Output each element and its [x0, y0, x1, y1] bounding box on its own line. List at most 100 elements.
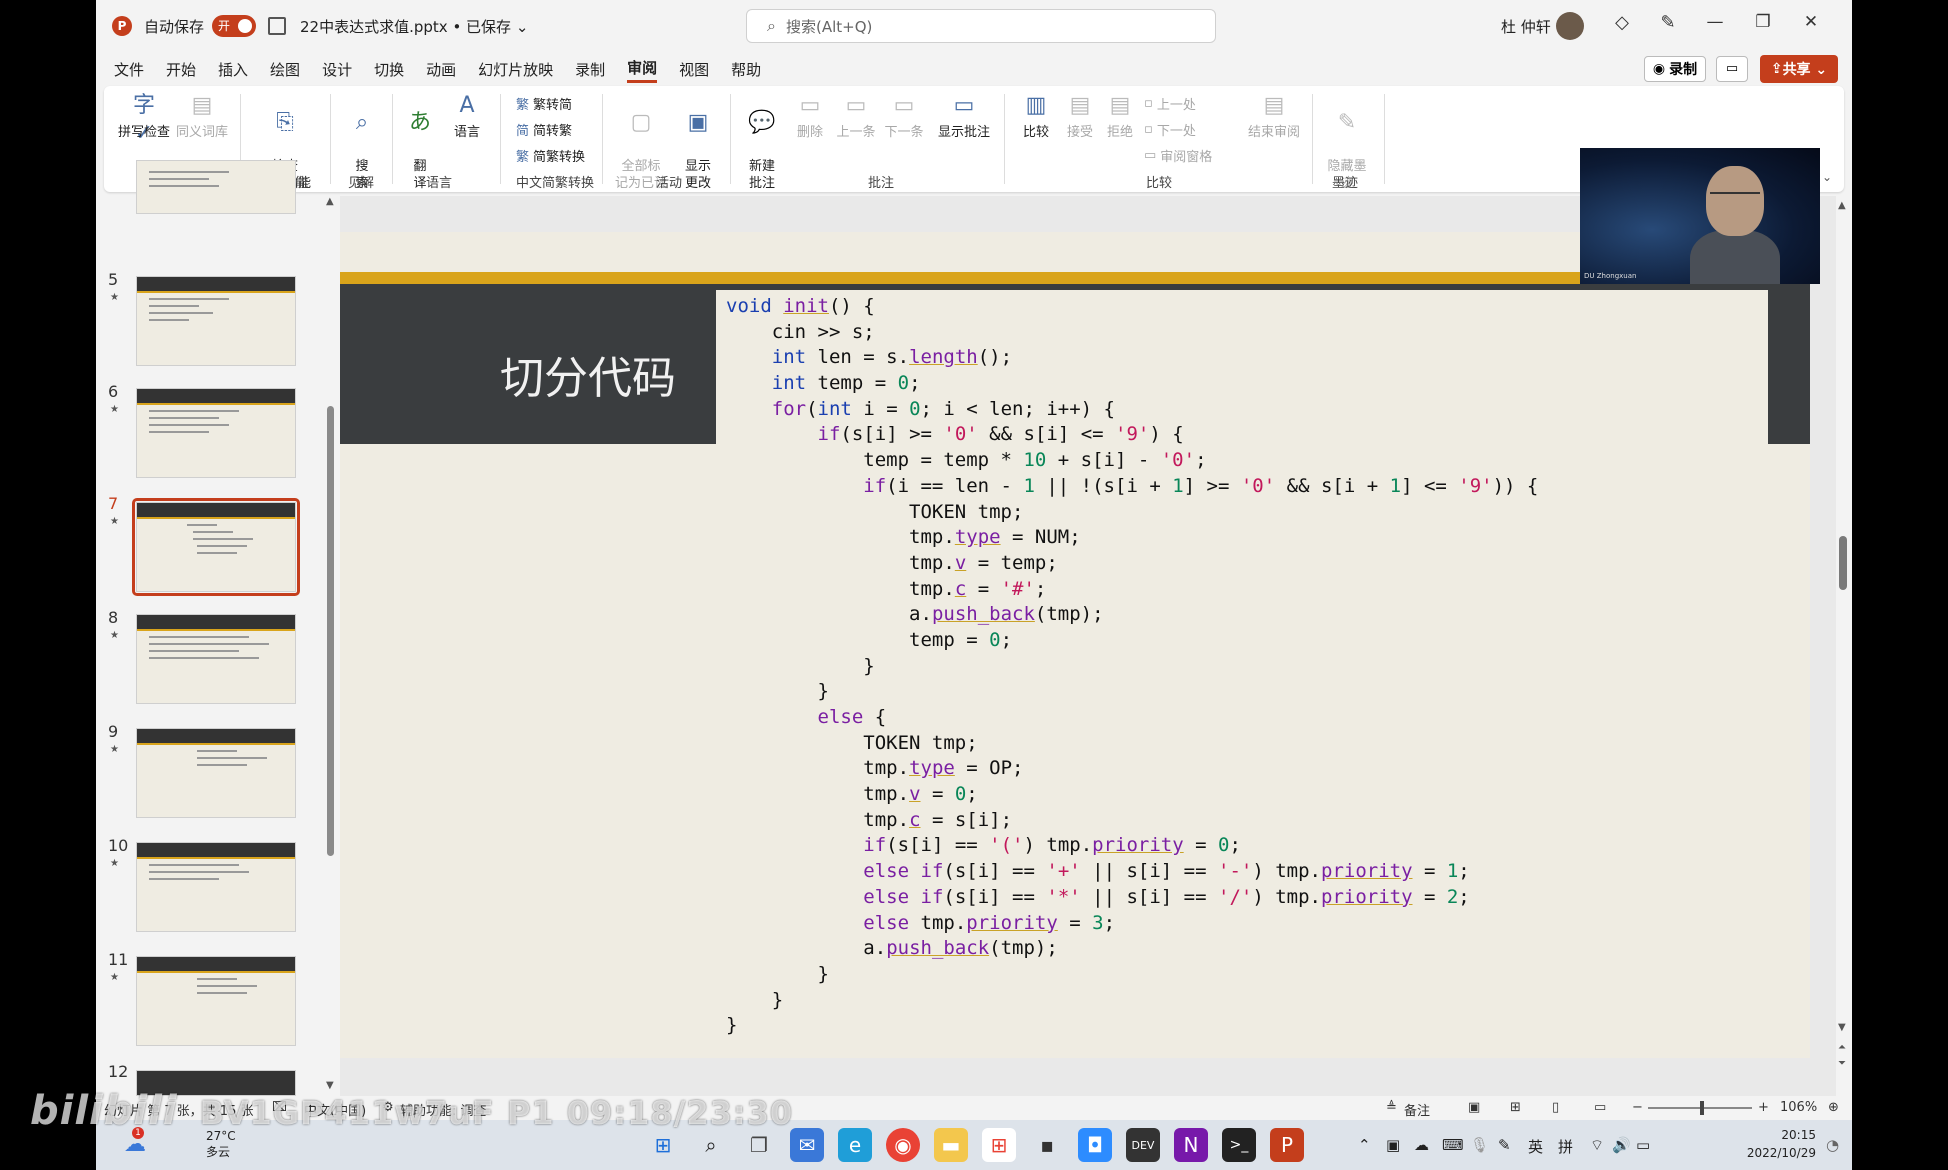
onedrive-icon[interactable]: ☁ — [1414, 1136, 1429, 1154]
previous-comment-button[interactable]: ▭ 上一条 — [836, 92, 876, 141]
simp-to-trad-button[interactable]: 简简转繁 — [516, 120, 572, 139]
slideshow-icon[interactable]: ▭ — [1594, 1100, 1606, 1115]
slide-sorter-icon[interactable]: ⊞ — [1510, 1100, 1521, 1115]
next-change-button[interactable]: ▫ 下一处 — [1144, 120, 1196, 139]
accept-button[interactable]: ▤ 接受 — [1062, 92, 1098, 141]
slide-scrollbar[interactable]: ▲ ▼ ⏶ ⏷ — [1836, 196, 1850, 1096]
zoom-app-icon[interactable]: ◘ — [1078, 1128, 1112, 1162]
devcpp-icon[interactable]: DEV — [1126, 1128, 1160, 1162]
next-comment-button[interactable]: ▭ 下一条 — [884, 92, 924, 141]
reject-button[interactable]: ▤ 拒绝 — [1102, 92, 1138, 141]
pen-tray-icon[interactable]: ✎ — [1498, 1136, 1511, 1154]
slide-thumbnail[interactable] — [136, 388, 296, 478]
pen-icon[interactable]: ✎ — [1654, 12, 1682, 33]
scroll-down-icon[interactable]: ▼ — [1838, 1022, 1846, 1033]
app-icon[interactable]: ▪ — [1030, 1128, 1064, 1162]
autosave-toggle[interactable]: 开 — [212, 15, 257, 37]
notes-button[interactable]: 备注 — [1404, 1100, 1430, 1119]
document-title[interactable]: 22中表达式求值.pptx • 已保存 ⌄ — [300, 16, 528, 37]
previous-slide-icon[interactable]: ⏶ — [1838, 1042, 1846, 1053]
menu-file[interactable]: 文件 — [114, 57, 144, 82]
chinese-conversion-button[interactable]: 繁简繁转换 — [516, 146, 585, 165]
clock[interactable]: 20:15 2022/10/29 — [1736, 1126, 1816, 1162]
store-icon[interactable]: ⊞ — [982, 1128, 1016, 1162]
keyboard-icon[interactable]: ⌨ — [1442, 1136, 1464, 1154]
comments-button[interactable]: ▭ — [1716, 56, 1748, 82]
record-button[interactable]: ◉ 录制 — [1644, 56, 1706, 82]
slide-thumbnail[interactable] — [136, 956, 296, 1046]
zoom-in-icon[interactable]: + — [1758, 1100, 1769, 1115]
new-comment-button[interactable]: 💬 新建 批注 — [740, 92, 784, 192]
menu-home[interactable]: 开始 — [166, 57, 196, 82]
battery-icon[interactable]: ▭ — [1636, 1136, 1650, 1154]
scroll-up-icon[interactable]: ▲ — [1838, 200, 1846, 211]
menu-draw[interactable]: 绘图 — [270, 57, 300, 82]
zoom-out-icon[interactable]: − — [1632, 1100, 1643, 1115]
edge-icon[interactable]: e — [838, 1128, 872, 1162]
menu-review[interactable]: 审阅 — [627, 55, 658, 83]
menu-design[interactable]: 设计 — [322, 57, 352, 82]
code-textbox[interactable]: void init() { cin >> s; int len = s.leng… — [716, 290, 1768, 1050]
close-icon[interactable]: ✕ — [1796, 12, 1826, 32]
avatar[interactable] — [1556, 12, 1584, 40]
volume-icon[interactable]: 🔊 — [1612, 1136, 1631, 1154]
show-hidden-icons-icon[interactable]: ⌃ — [1358, 1136, 1371, 1154]
zoom-slider-thumb[interactable] — [1700, 1101, 1704, 1115]
compare-button[interactable]: ▥ 比较 — [1016, 92, 1056, 141]
zoom-level[interactable]: 106% — [1780, 1100, 1817, 1115]
diamond-icon[interactable]: ◇ — [1608, 12, 1636, 33]
thumbnail-scroll-thumb[interactable] — [327, 406, 334, 856]
language-button[interactable]: A 语言 — [444, 92, 490, 141]
chrome-icon[interactable]: ◉ — [886, 1128, 920, 1162]
slide-thumbnail[interactable] — [136, 160, 296, 214]
microphone-icon[interactable]: 🎙 — [1470, 1136, 1489, 1154]
end-review-button[interactable]: ▤ 结束审阅 — [1244, 92, 1304, 141]
search-input[interactable]: ⌕ 搜索(Alt+Q) — [746, 9, 1216, 43]
tray-app-icon[interactable]: ▣ — [1386, 1136, 1400, 1154]
slide-thumbnail-selected[interactable] — [136, 502, 296, 592]
minimize-icon[interactable]: — — [1700, 12, 1730, 32]
mail-icon[interactable]: ✉ — [790, 1128, 824, 1162]
powerpoint-taskbar-icon[interactable]: P — [1270, 1128, 1304, 1162]
reading-view-icon[interactable]: ▯ — [1552, 1100, 1559, 1115]
slide-editing-canvas[interactable]: 切分代码 void init() { cin >> s; int len = s… — [340, 196, 1836, 1096]
save-icon[interactable] — [268, 17, 287, 35]
slide-title[interactable]: 切分代码 — [500, 342, 676, 406]
current-slide[interactable]: 切分代码 void init() { cin >> s; int len = s… — [340, 232, 1810, 1058]
delete-comment-button[interactable]: ▭ 删除 — [790, 92, 830, 141]
ime-mode[interactable]: 拼 — [1558, 1136, 1573, 1157]
spell-check-button[interactable]: 字✓ 拼写检查 — [116, 92, 172, 146]
user-name[interactable]: 杜 仲轩 — [1501, 16, 1551, 37]
slide-thumbnail[interactable] — [136, 614, 296, 704]
menu-slideshow[interactable]: 幻灯片放映 — [478, 57, 553, 82]
normal-view-icon[interactable]: ▣ — [1468, 1100, 1480, 1115]
wifi-icon[interactable]: ⌔ — [1590, 1136, 1604, 1155]
slide-scroll-thumb[interactable] — [1839, 536, 1847, 590]
ime-language[interactable]: 英 — [1528, 1136, 1543, 1157]
onenote-icon[interactable]: N — [1174, 1128, 1208, 1162]
trad-to-simp-button[interactable]: 繁繁转简 — [516, 94, 572, 113]
next-slide-icon[interactable]: ⏷ — [1838, 1058, 1846, 1069]
menu-animations[interactable]: 动画 — [426, 57, 456, 82]
previous-change-button[interactable]: ▫ 上一处 — [1144, 94, 1196, 113]
menu-transitions[interactable]: 切换 — [374, 57, 404, 82]
notification-icon[interactable]: ◔ — [1826, 1136, 1839, 1154]
slide-thumbnail[interactable] — [136, 842, 296, 932]
file-explorer-icon[interactable]: ▬ — [934, 1128, 968, 1162]
collapse-ribbon-icon[interactable]: ⌄ — [1822, 170, 1832, 184]
scroll-up-icon[interactable]: ▲ — [326, 196, 334, 207]
restore-icon[interactable]: ❐ — [1748, 12, 1778, 32]
menu-insert[interactable]: 插入 — [218, 57, 248, 82]
terminal-icon[interactable]: >_ — [1222, 1128, 1256, 1162]
reviewing-pane-button[interactable]: ▭ 审阅窗格 — [1144, 146, 1212, 165]
show-changes-button[interactable]: ▣ 显示 更改 — [676, 92, 720, 192]
menu-view[interactable]: 视图 — [679, 57, 709, 82]
slide-thumbnail[interactable] — [136, 728, 296, 818]
menu-help[interactable]: 帮助 — [731, 57, 761, 82]
fit-to-window-icon[interactable]: ⊕ — [1828, 1100, 1839, 1115]
thumbnail-scrollbar[interactable]: ▲ ▼ — [324, 196, 336, 1096]
show-comments-button[interactable]: ▭ 显示批注 — [934, 92, 994, 141]
menu-record[interactable]: 录制 — [575, 57, 605, 82]
share-button[interactable]: ⇪ 共享 ⌄ — [1760, 55, 1838, 83]
thesaurus-button[interactable]: ▤ 同义词库 — [174, 92, 230, 141]
